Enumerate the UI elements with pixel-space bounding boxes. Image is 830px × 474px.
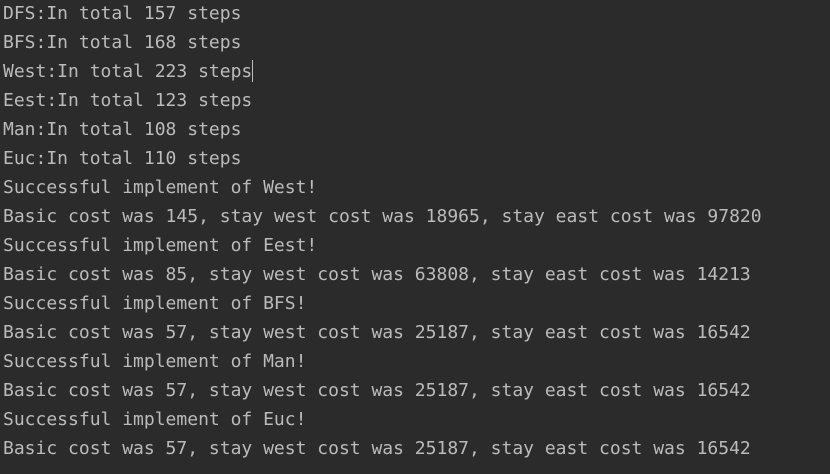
console-line-text: West:In total 223 steps [3, 61, 253, 82]
console-line-text: Basic cost was 145, stay west cost was 1… [3, 206, 762, 227]
console-line-text: Successful implement of BFS! [3, 293, 307, 314]
console-line-man: Man:In total 108 steps [0, 116, 830, 145]
console-line-text: Successful implement of Eest! [3, 235, 318, 256]
console-line-text: Successful implement of Man! [3, 351, 307, 372]
console-line-eest: Eest:In total 123 steps [0, 87, 830, 116]
console-line-success-man: Successful implement of Man! [0, 348, 830, 377]
console-line-text: Eest:In total 123 steps [3, 90, 253, 111]
console-line-cost-euc: Basic cost was 57, stay west cost was 25… [0, 435, 830, 464]
console-line-cost-eest: Basic cost was 85, stay west cost was 63… [0, 261, 830, 290]
console-line-cost-west: Basic cost was 145, stay west cost was 1… [0, 203, 830, 232]
console-line-success-euc: Successful implement of Euc! [0, 406, 830, 435]
console-line-text: Basic cost was 57, stay west cost was 25… [3, 322, 751, 343]
console-line-west: West:In total 223 steps [0, 58, 830, 87]
console-line-text: Basic cost was 57, stay west cost was 25… [3, 438, 751, 459]
console-line-euc: Euc:In total 110 steps [0, 145, 830, 174]
console-line-text: BFS:In total 168 steps [3, 32, 242, 53]
console-output[interactable]: DFS:In total 157 steps BFS:In total 168 … [0, 0, 830, 474]
console-line-cost-bfs: Basic cost was 57, stay west cost was 25… [0, 319, 830, 348]
console-line-success-west: Successful implement of West! [0, 174, 830, 203]
console-line-text: Successful implement of West! [3, 177, 318, 198]
console-line-text: Basic cost was 57, stay west cost was 25… [3, 380, 751, 401]
console-line-success-eest: Successful implement of Eest! [0, 232, 830, 261]
console-line-dfs: DFS:In total 157 steps [0, 0, 830, 29]
console-line-text: Man:In total 108 steps [3, 119, 242, 140]
console-line-success-bfs: Successful implement of BFS! [0, 290, 830, 319]
console-line-cost-man: Basic cost was 57, stay west cost was 25… [0, 377, 830, 406]
console-line-text: Euc:In total 110 steps [3, 148, 242, 169]
console-line-text: DFS:In total 157 steps [3, 3, 242, 24]
console-line-bfs: BFS:In total 168 steps [0, 29, 830, 58]
text-cursor [252, 60, 254, 82]
console-line-text: Basic cost was 85, stay west cost was 63… [3, 264, 751, 285]
console-line-text: Successful implement of Euc! [3, 409, 307, 430]
